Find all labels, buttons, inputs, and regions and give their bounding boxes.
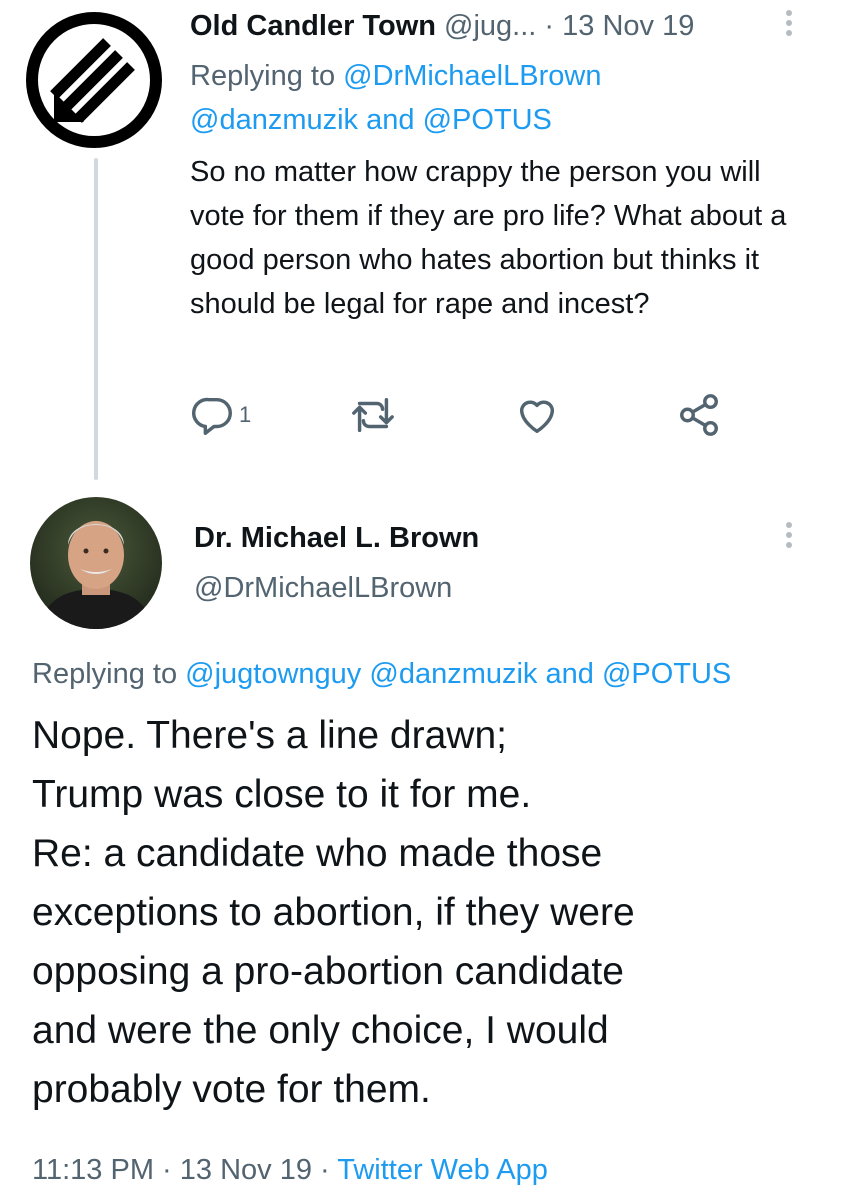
tweet1-handle[interactable]: @jug...: [444, 10, 536, 42]
tweet2-text: Nope. There's a line drawn; Trump was cl…: [32, 706, 822, 1119]
tweet2-handle[interactable]: @DrMichaelLBrown: [194, 568, 452, 608]
mention-link[interactable]: @jugtownguy: [185, 658, 361, 690]
replying-and-label: and: [358, 104, 423, 136]
tweet2-text-line: and were the only choice, I would: [32, 1009, 609, 1052]
mention-link[interactable]: @danzmuzik: [369, 658, 537, 690]
reply-button[interactable]: 1: [190, 392, 251, 438]
tweet2-date[interactable]: 13 Nov 19: [180, 1154, 312, 1186]
tweet1-text: So no matter how crappy the person you w…: [190, 156, 787, 320]
profile-photo: [30, 497, 162, 629]
tweet2-source-app[interactable]: Twitter Web App: [337, 1154, 548, 1186]
tweet2-time[interactable]: 11:13 PM: [32, 1154, 154, 1186]
tweet2-text-line: opposing a pro-abortion candidate: [32, 950, 624, 993]
iron-cross-icon: [24, 10, 164, 150]
reply-icon: [192, 397, 232, 435]
share-icon: [680, 394, 718, 436]
avatar-dr-michael-l-brown[interactable]: [30, 497, 162, 629]
tweet1-display-name[interactable]: Old Candler Town: [190, 10, 436, 42]
tweet2-metadata: 11:13 PM · 13 Nov 19 · Twitter Web App: [32, 1148, 548, 1192]
replying-to-label: Replying to: [190, 60, 344, 92]
tweet1-more-options-icon[interactable]: [786, 10, 792, 40]
mention-link[interactable]: @DrMichaelLBrown: [343, 60, 601, 92]
tweet1-action-bar: 1: [190, 392, 750, 442]
tweet1-separator: ·: [544, 10, 555, 42]
tweet2-replying-to: Replying to @jugtownguy @danzmuzik and @…: [32, 652, 822, 696]
like-button[interactable]: [514, 392, 560, 438]
tweet1-header: Old Candler Town @jug... · 13 Nov 19: [190, 6, 790, 46]
tweet2-text-line: Re: a candidate who made those: [32, 832, 603, 875]
share-button[interactable]: [676, 392, 722, 438]
tweet2-display-name[interactable]: Dr. Michael L. Brown: [194, 518, 479, 558]
meta-separator: ·: [153, 1154, 180, 1186]
avatar-old-candler-town[interactable]: [24, 10, 164, 150]
tweet2-text-line: probably vote for them.: [32, 1068, 431, 1111]
mention-link[interactable]: @danzmuzik: [190, 104, 358, 136]
tweet2-more-options-icon[interactable]: [786, 522, 792, 552]
meta-separator: ·: [311, 1154, 338, 1186]
replying-and-label: and: [537, 658, 602, 690]
tweet2-text-line: Trump was close to it for me.: [32, 773, 532, 816]
mention-link[interactable]: @POTUS: [602, 658, 731, 690]
thread-connector-line: [94, 158, 98, 480]
tweet1-date[interactable]: 13 Nov 19: [562, 10, 694, 42]
replying-to-label: Replying to: [32, 658, 186, 690]
mention-link[interactable]: @POTUS: [423, 104, 552, 136]
heart-icon: [519, 400, 555, 434]
retweet-button[interactable]: [350, 392, 396, 438]
retweet-icon: [352, 397, 394, 433]
tweet1-replying-to: Replying to @DrMichaelLBrown @danzmuzik …: [190, 54, 810, 142]
reply-count: 1: [239, 402, 252, 427]
tweet2-text-line: Nope. There's a line drawn;: [32, 714, 507, 757]
tweet2-text-line: exceptions to abortion, if they were: [32, 891, 635, 934]
